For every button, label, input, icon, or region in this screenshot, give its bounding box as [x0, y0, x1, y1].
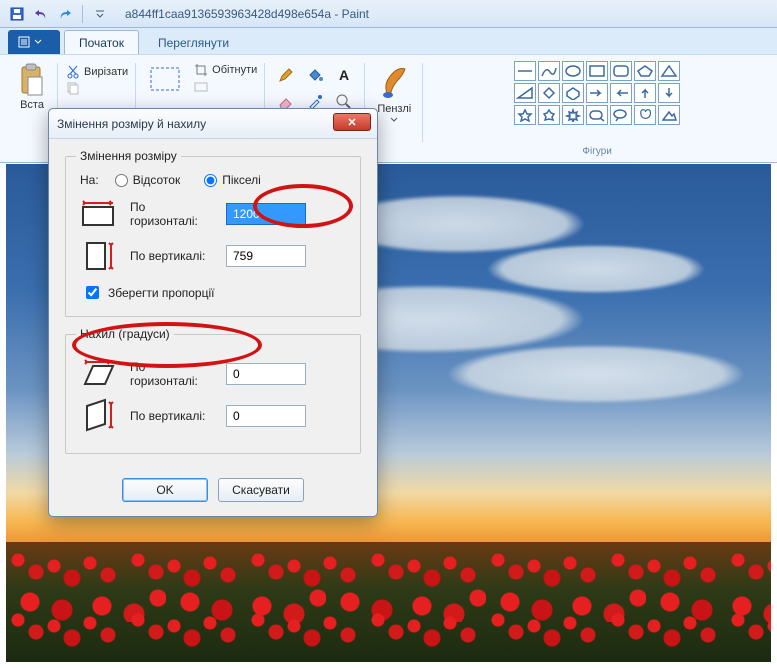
paste-label: Вста [20, 99, 44, 111]
keep-aspect-input[interactable] [86, 286, 99, 299]
by-label: На: [80, 173, 99, 187]
paste-button[interactable]: Вста [14, 61, 50, 113]
copy-button[interactable] [66, 81, 128, 95]
skew-horizontal-icon [76, 357, 120, 391]
cancel-button[interactable]: Скасувати [218, 478, 304, 502]
crop-label: Обітнути [212, 64, 257, 76]
cut-label: Вирізати [84, 66, 128, 78]
radio-percent-label: Відсоток [133, 173, 181, 187]
keep-aspect-checkbox[interactable]: Зберегти пропорції [82, 283, 350, 302]
keep-aspect-label: Зберегти пропорції [108, 286, 214, 300]
resize-vertical-label: По вертикалі: [130, 249, 216, 263]
dialog-title: Змінення розміру й нахилу [57, 117, 206, 131]
skew-horizontal-row: По горизонталі: [76, 357, 350, 391]
radio-percent[interactable]: Відсоток [115, 173, 181, 187]
tab-home[interactable]: Початок [64, 30, 139, 54]
brushes-label: Пензлі [377, 103, 411, 115]
resize-horizontal-label: По горизонталі: [130, 200, 216, 229]
resize-button[interactable] [194, 79, 257, 93]
resize-vertical-input[interactable] [226, 245, 306, 267]
resize-horizontal-row: По горизонталі: [76, 197, 350, 231]
pencil-tool[interactable] [273, 63, 299, 87]
qat-separator [82, 5, 83, 23]
crop-button[interactable]: Обітнути [194, 63, 257, 77]
resize-skew-dialog: Змінення розміру й нахилу ✕ Змінення роз… [48, 108, 378, 517]
svg-text:A: A [339, 67, 349, 83]
resize-vertical-row: По вертикалі: [76, 239, 350, 273]
crop-icon [194, 63, 208, 77]
group-shapes-label: Фігури [431, 143, 763, 162]
ok-button[interactable]: OK [122, 478, 208, 502]
resize-horizontal-icon [76, 197, 120, 231]
select-button[interactable] [144, 63, 186, 97]
resize-icon [194, 79, 208, 93]
dialog-buttons: OK Скасувати [49, 470, 377, 516]
save-icon[interactable] [8, 5, 26, 23]
qat-dropdown-icon[interactable] [91, 5, 109, 23]
radio-pixels-input[interactable] [204, 174, 217, 187]
fill-tool[interactable] [302, 63, 328, 87]
resize-legend: Змінення розміру [76, 149, 181, 163]
dialog-close-button[interactable]: ✕ [333, 113, 371, 131]
dialog-body: Змінення розміру На: Відсоток Пікселі По… [49, 139, 377, 470]
canvas-field [6, 542, 771, 662]
skew-vertical-icon [76, 399, 120, 433]
resize-vertical-icon [76, 239, 120, 273]
dialog-titlebar[interactable]: Змінення розміру й нахилу ✕ [49, 109, 377, 139]
skew-fieldset: Нахил (градуси) По горизонталі: По верти… [65, 327, 361, 454]
scissors-icon [66, 65, 80, 79]
tab-view[interactable]: Переглянути [143, 30, 244, 54]
shapes-gallery[interactable] [514, 61, 680, 125]
ribbon-tabs: Початок Переглянути [0, 28, 777, 54]
skew-vertical-label: По вертикалі: [130, 409, 216, 423]
skew-vertical-row: По вертикалі: [76, 399, 350, 433]
radio-pixels[interactable]: Пікселі [204, 173, 261, 187]
radio-percent-input[interactable] [115, 174, 128, 187]
close-icon: ✕ [347, 116, 356, 129]
brushes-button[interactable]: Пензлі [373, 61, 415, 125]
quick-access-toolbar [0, 5, 117, 23]
window-title: a844ff1caa9136593963428d498e654a - Paint [125, 7, 369, 21]
window-titlebar: a844ff1caa9136593963428d498e654a - Paint [0, 0, 777, 28]
group-shapes: Фігури [423, 59, 771, 162]
resize-by-row: На: Відсоток Пікселі [104, 173, 350, 187]
text-tool[interactable]: A [331, 63, 357, 87]
chevron-down-icon [390, 117, 398, 123]
resize-fieldset: Змінення розміру На: Відсоток Пікселі По… [65, 149, 361, 317]
resize-horizontal-input[interactable] [226, 203, 306, 225]
skew-vertical-input[interactable] [226, 405, 306, 427]
redo-icon[interactable] [56, 5, 74, 23]
file-tab[interactable] [8, 30, 60, 54]
skew-legend: Нахил (градуси) [76, 327, 174, 341]
cut-button[interactable]: Вирізати [66, 65, 128, 79]
copy-icon [66, 81, 80, 95]
skew-horizontal-input[interactable] [226, 363, 306, 385]
undo-icon[interactable] [32, 5, 50, 23]
radio-pixels-label: Пікселі [222, 173, 261, 187]
skew-horizontal-label: По горизонталі: [130, 360, 216, 389]
